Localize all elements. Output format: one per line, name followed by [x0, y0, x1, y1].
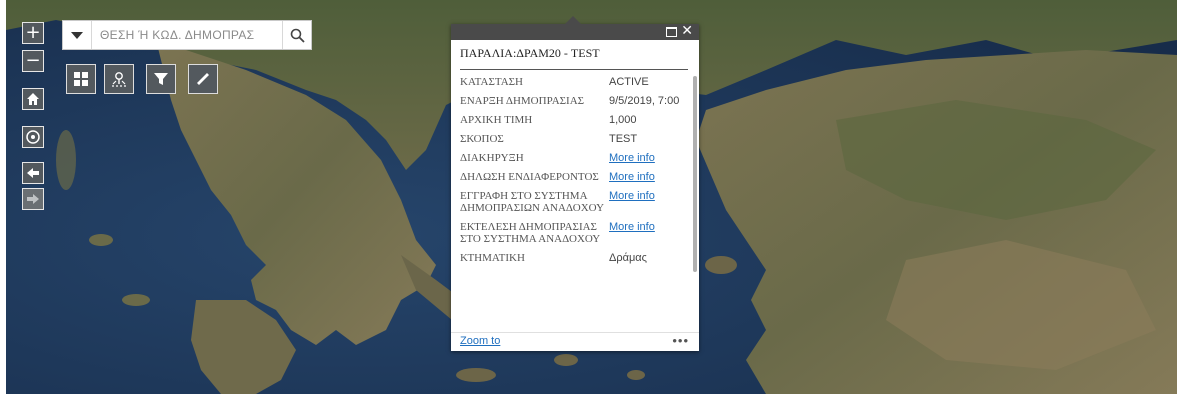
more-info-link[interactable]: More info: [609, 190, 655, 214]
attribute-row: ΕΚΤΕΛΕΣΗ ΔΗΜΟΠΡΑΣΙΑΣ ΣΤΟ ΣΥΣΤΗΜΑ ΑΝΑΔΟΧΟ…: [460, 221, 692, 245]
attribute-row: ΔΗΛΩΣΗ ΕΝΔΙΑΦΕΡΟΝΤΟΣ More info: [460, 171, 692, 183]
previous-extent-button[interactable]: [22, 162, 44, 184]
zoom-to-link[interactable]: Zoom to: [460, 335, 500, 347]
map-view[interactable]: + − ΘΕΣΗ Ή ΚΩΔ. ΔΗΜΟΠΡΑΣ ✕ ΠΑΡΑΛΙΑ:ΔΡΑΜ2…: [6, 0, 1177, 394]
attribute-label: ΕΝΑΡΞΗ ΔΗΜΟΠΡΑΣΙΑΣ: [460, 95, 585, 107]
search-icon: [290, 28, 305, 43]
locate-button[interactable]: [22, 126, 44, 148]
grid-icon: [74, 72, 88, 86]
attribute-label: ΔΗΛΩΣΗ ΕΝΔΙΑΦΕΡΟΝΤΟΣ: [460, 171, 599, 183]
ruler-icon: [197, 73, 209, 85]
popup-attributes: ΚΑΤΑΣΤΑΣΗ ACTIVE ΕΝΑΡΞΗ ΔΗΜΟΠΡΑΣΙΑΣ 9/5/201…: [460, 76, 692, 331]
close-icon[interactable]: ✕: [681, 23, 693, 39]
next-extent-button[interactable]: [22, 188, 44, 210]
attribute-row: ΚΤΗΜΑΤΙΚΗ Δράμας: [460, 252, 692, 264]
home-button[interactable]: [22, 88, 44, 110]
popup-scrollbar[interactable]: [693, 76, 697, 272]
attribute-label: ΣΚΟΠΟΣ: [460, 133, 504, 145]
search-box[interactable]: ΘΕΣΗ Ή ΚΩΔ. ΔΗΜΟΠΡΑΣ: [62, 20, 312, 50]
attribute-label: ΕΚΤΕΛΕΣΗ ΔΗΜΟΠΡΑΣΙΑΣ ΣΤΟ ΣΥΣΤΗΜΑ ΑΝΑΔΟΧΟ…: [460, 221, 601, 245]
attribute-row: ΔΙΑΚΗΡΥΞΗ More info: [460, 152, 692, 164]
popup-header: ✕: [451, 23, 699, 40]
zoom-in-button[interactable]: +: [22, 22, 44, 44]
attribute-value: ACTIVE: [609, 76, 649, 88]
more-info-link[interactable]: More info: [609, 152, 655, 164]
arrow-left-icon: [27, 168, 39, 178]
basemap-gallery-button[interactable]: [66, 64, 96, 94]
maximize-icon[interactable]: [666, 27, 677, 37]
filter-button[interactable]: [146, 64, 176, 94]
popup-footer-divider: [451, 332, 699, 333]
measure-button[interactable]: [188, 64, 218, 94]
arrow-right-icon: [27, 194, 39, 204]
search-input[interactable]: ΘΕΣΗ Ή ΚΩΔ. ΔΗΜΟΠΡΑΣ: [92, 28, 282, 42]
search-source-dropdown[interactable]: [63, 21, 92, 49]
attribute-row: ΑΡΧΙΚΗ ΤΙΜΗ 1,000: [460, 114, 692, 126]
more-actions-icon[interactable]: •••: [672, 333, 689, 348]
locate-icon: [26, 130, 40, 144]
attribute-value: 1,000: [609, 114, 637, 126]
zoom-out-button[interactable]: −: [22, 50, 44, 72]
attribute-row: ΕΝΑΡΞΗ ΔΗΜΟΠΡΑΣΙΑΣ 9/5/2019, 7:00: [460, 95, 692, 107]
attribute-row: ΚΑΤΑΣΤΑΣΗ ACTIVE: [460, 76, 692, 88]
attribute-label: ΚΑΤΑΣΤΑΣΗ: [460, 76, 523, 88]
filter-icon: [154, 73, 168, 85]
home-icon: [27, 93, 39, 105]
feature-popup: ✕ ΠΑΡΑΛΙΑ:ΔΡΑΜ20 - TEST ΚΑΤΑΣΤΑΣΗ ACTIVE Ε…: [451, 16, 699, 351]
attribute-row: ΕΓΓΡΑΦΗ ΣΤΟ ΣΥΣΤΗΜΑ ΔΗΜΟΠΡΑΣΙΩΝ ΑΝΑΔΟΧΟΥ…: [460, 190, 692, 214]
popup-title: ΠΑΡΑΛΙΑ:ΔΡΑΜ20 - TEST: [460, 46, 688, 70]
attribute-value: 9/5/2019, 7:00: [609, 95, 680, 107]
more-info-link[interactable]: More info: [609, 171, 655, 183]
attribute-label: ΕΓΓΡΑΦΗ ΣΤΟ ΣΥΣΤΗΜΑ ΔΗΜΟΠΡΑΣΙΩΝ ΑΝΑΔΟΧΟΥ: [460, 190, 605, 214]
locator-button[interactable]: [104, 64, 134, 94]
attribute-value: TEST: [609, 133, 638, 145]
attribute-row: ΣΚΟΠΟΣ TEST: [460, 133, 692, 145]
location-pin-icon: [112, 72, 126, 87]
attribute-label: ΑΡΧΙΚΗ ΤΙΜΗ: [460, 114, 533, 126]
search-button[interactable]: [282, 21, 311, 49]
attribute-label: ΚΤΗΜΑΤΙΚΗ: [460, 252, 525, 264]
attribute-label: ΔΙΑΚΗΡΥΞΗ: [460, 152, 524, 164]
more-info-link[interactable]: More info: [609, 221, 655, 245]
attribute-value: Δράμας: [609, 252, 647, 264]
